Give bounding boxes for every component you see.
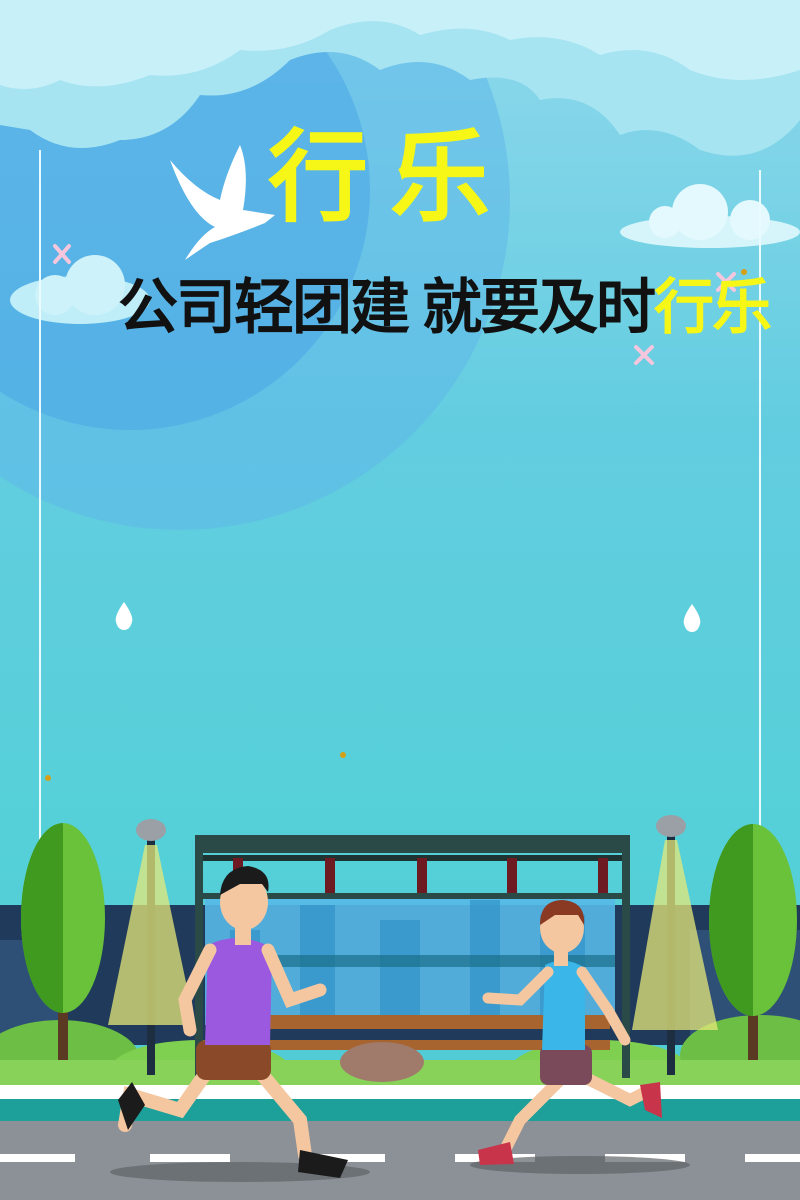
poster-title: 行乐 (268, 119, 512, 236)
subtitle-highlight: 行乐 (654, 273, 772, 343)
raindrop-icon (115, 602, 701, 632)
poster-subtitle: 公司轻团建 就要及时行乐 (118, 268, 772, 348)
cloud-right (620, 184, 800, 248)
poster: 行乐 公司轻团建 就要及时行乐 (0, 0, 800, 1200)
subtitle-part1: 公司轻团建 (118, 273, 410, 343)
curb (0, 1085, 800, 1099)
subtitle-part2: 就要及时 (422, 273, 656, 343)
